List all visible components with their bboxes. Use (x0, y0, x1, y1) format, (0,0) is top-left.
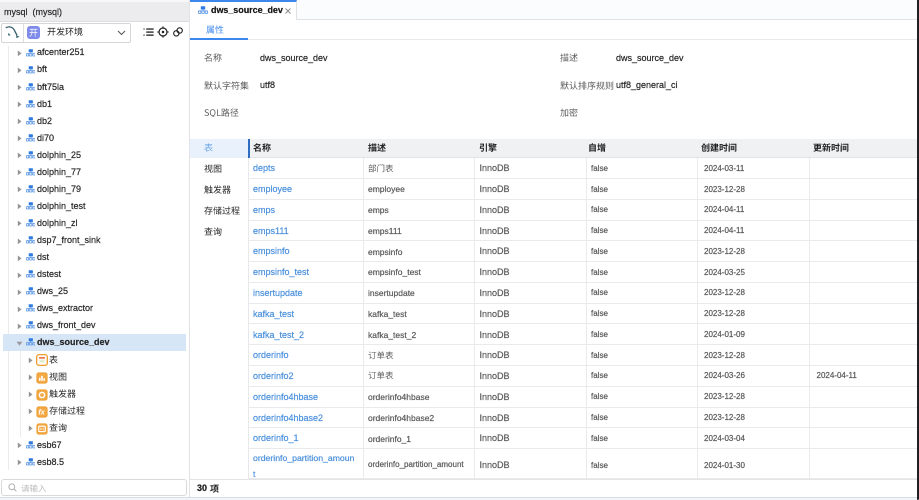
svg-text:fx: fx (38, 409, 45, 416)
